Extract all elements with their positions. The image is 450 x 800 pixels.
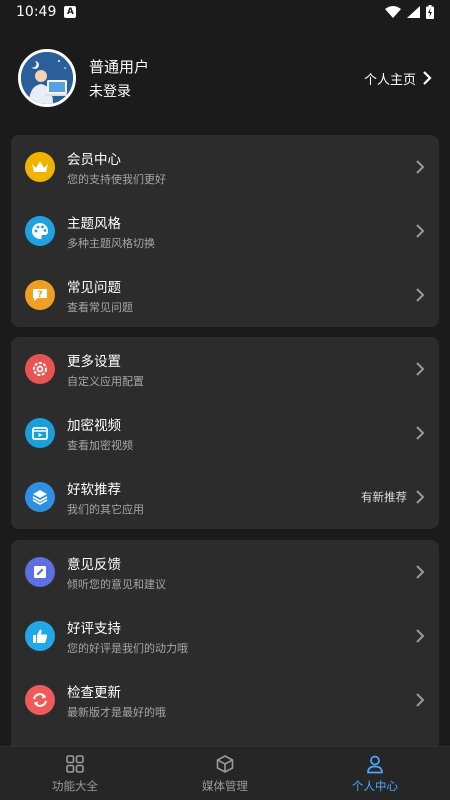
menu-subtitle: 最新版才是最好的哦 [67, 705, 166, 719]
thumbs-up-icon [25, 621, 55, 651]
gear-icon [25, 354, 55, 384]
menu-title: 会员中心 [67, 151, 121, 168]
svg-text:?: ? [37, 290, 42, 300]
menu-item-membership[interactable]: 会员中心 您的支持使我们更好 [11, 135, 439, 199]
menu-subtitle: 查看常见问题 [67, 300, 133, 314]
refresh-icon [25, 685, 55, 715]
avatar-illustration [21, 52, 73, 104]
login-status[interactable]: 未登录 [89, 81, 149, 101]
avatar[interactable] [18, 49, 76, 107]
chevron-right-icon [416, 490, 425, 504]
personal-homepage-link[interactable]: 个人主页 [364, 69, 432, 88]
chevron-right-icon [416, 224, 425, 238]
menu-subtitle: 倾听您的意见和建议 [67, 577, 166, 591]
chevron-right-icon [416, 362, 425, 376]
nav-label: 功能大全 [52, 778, 98, 793]
layers-icon [25, 482, 55, 512]
nav-label: 媒体管理 [202, 778, 248, 793]
personal-homepage-label: 个人主页 [363, 72, 416, 88]
status-bar: 10:49 A [0, 0, 450, 24]
new-recommendation-badge: 有新推荐 [361, 490, 407, 504]
menu-subtitle: 查看加密视频 [67, 438, 133, 452]
menu-title: 主题风格 [67, 215, 121, 232]
chevron-right-icon [423, 71, 432, 85]
menu-item-recommended-apps[interactable]: 好软推荐 我们的其它应用 有新推荐 [11, 465, 439, 529]
chevron-right-icon [416, 693, 425, 707]
menu-title: 常见问题 [67, 279, 121, 296]
menu-item-encrypted-video[interactable]: 加密视频 查看加密视频 [11, 401, 439, 465]
nav-label: 个人中心 [352, 778, 398, 793]
palette-icon [25, 216, 55, 246]
menu-item-feedback[interactable]: 意见反馈 倾听您的意见和建议 [11, 540, 439, 604]
wifi-icon [385, 6, 401, 18]
menu-title: 更多设置 [67, 353, 121, 370]
menu-title: 好软推荐 [67, 481, 121, 498]
notification-a-icon: A [64, 6, 77, 18]
nav-tab-media[interactable]: 媒体管理 [150, 747, 300, 800]
menu-item-more-settings[interactable]: 更多设置 自定义应用配置 [11, 337, 439, 401]
menu-subtitle: 我们的其它应用 [67, 502, 144, 516]
menu-item-theme[interactable]: 主题风格 多种主题风格切换 [11, 199, 439, 263]
edit-icon [25, 557, 55, 587]
menu-title: 好评支持 [67, 620, 121, 637]
card-settings-group: 更多设置 自定义应用配置 加密视频 查看加密视频 好软推荐 我们的其它应用 有新… [11, 337, 439, 529]
cube-icon [216, 754, 234, 773]
card-feedback-group: 意见反馈 倾听您的意见和建议 好评支持 您的好评是我们的动力哦 检查更新 最新版… [11, 540, 439, 746]
menu-item-rate-us[interactable]: 好评支持 您的好评是我们的动力哦 [11, 604, 439, 668]
menu-item-faq[interactable]: ? 常见问题 查看常见问题 [11, 263, 439, 327]
video-icon [25, 418, 55, 448]
status-time: 10:49 [16, 4, 57, 20]
person-icon [367, 755, 383, 773]
menu-subtitle: 自定义应用配置 [67, 374, 144, 388]
profile-name: 普通用户 [89, 57, 150, 76]
nav-tab-features[interactable]: 功能大全 [0, 747, 150, 800]
status-icons [385, 5, 434, 19]
bottom-navigation: 功能大全 媒体管理 个人中心 [0, 746, 450, 800]
menu-item-check-update[interactable]: 检查更新 最新版才是最好的哦 [11, 668, 439, 732]
nav-tab-profile[interactable]: 个人中心 [300, 747, 450, 800]
menu-title: 意见反馈 [67, 556, 121, 573]
crown-icon [25, 152, 55, 182]
signal-icon [407, 6, 420, 18]
profile-header: 普通用户 未登录 个人主页 [0, 46, 450, 110]
menu-subtitle: 您的支持使我们更好 [67, 172, 166, 186]
card-membership-group: 会员中心 您的支持使我们更好 主题风格 多种主题风格切换 ? 常见问题 查看常见… [11, 135, 439, 327]
menu-subtitle: 您的好评是我们的动力哦 [67, 641, 188, 655]
menu-title: 加密视频 [67, 417, 121, 434]
menu-subtitle: 多种主题风格切换 [67, 236, 155, 250]
menu-title: 检查更新 [67, 684, 121, 701]
battery-icon [426, 5, 434, 19]
grid-icon [66, 754, 84, 773]
chevron-right-icon [416, 426, 425, 440]
chevron-right-icon [416, 288, 425, 302]
question-chat-icon: ? [25, 280, 55, 310]
chevron-right-icon [416, 160, 425, 174]
chevron-right-icon [416, 629, 425, 643]
chevron-right-icon [416, 565, 425, 579]
